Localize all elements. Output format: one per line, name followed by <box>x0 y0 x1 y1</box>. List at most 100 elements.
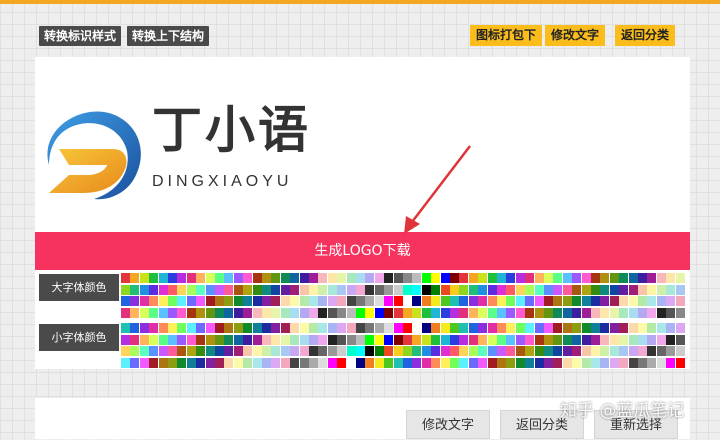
color-swatch[interactable] <box>177 273 187 283</box>
edit-text-button[interactable]: 修改文字 <box>545 25 606 46</box>
color-swatch[interactable] <box>497 323 506 333</box>
color-swatch[interactable] <box>403 346 412 356</box>
color-swatch[interactable] <box>365 357 375 368</box>
color-swatch[interactable] <box>215 334 224 345</box>
color-swatch[interactable] <box>534 334 544 345</box>
color-swatch[interactable] <box>647 323 657 333</box>
color-swatch[interactable] <box>196 334 206 345</box>
color-swatch[interactable] <box>421 346 431 356</box>
color-swatch[interactable] <box>356 307 365 318</box>
color-swatch[interactable] <box>186 346 196 356</box>
color-swatch[interactable] <box>271 273 281 283</box>
color-swatch[interactable] <box>393 284 403 295</box>
color-swatch[interactable] <box>374 323 384 333</box>
color-swatch[interactable] <box>591 284 600 295</box>
color-swatch[interactable] <box>515 334 525 345</box>
color-swatch[interactable] <box>252 284 262 295</box>
color-swatch[interactable] <box>196 273 206 283</box>
color-swatch[interactable] <box>600 273 610 283</box>
color-swatch[interactable] <box>562 296 572 306</box>
color-swatch[interactable] <box>609 307 619 318</box>
color-swatch[interactable] <box>196 323 206 333</box>
color-swatch[interactable] <box>609 334 619 345</box>
color-swatch[interactable] <box>431 334 441 345</box>
color-swatch[interactable] <box>553 273 563 283</box>
color-swatch[interactable] <box>675 346 685 356</box>
color-swatch[interactable] <box>158 346 168 356</box>
color-swatch[interactable] <box>412 307 422 318</box>
color-swatch[interactable] <box>478 346 488 356</box>
color-swatch[interactable] <box>243 323 253 333</box>
color-swatch[interactable] <box>440 296 450 306</box>
color-swatch[interactable] <box>440 357 450 368</box>
color-swatch[interactable] <box>365 346 375 356</box>
color-swatch[interactable] <box>186 334 196 345</box>
color-swatch[interactable] <box>619 334 629 345</box>
color-swatch[interactable] <box>205 307 215 318</box>
color-swatch[interactable] <box>393 307 403 318</box>
color-swatch[interactable] <box>309 307 318 318</box>
color-swatch[interactable] <box>309 334 318 345</box>
color-swatch[interactable] <box>412 284 422 295</box>
color-swatch[interactable] <box>356 323 365 333</box>
color-swatch[interactable] <box>271 323 281 333</box>
color-swatch[interactable] <box>158 334 168 345</box>
color-swatch[interactable] <box>252 323 262 333</box>
color-swatch[interactable] <box>553 334 563 345</box>
color-swatch[interactable] <box>666 307 676 318</box>
color-swatch[interactable] <box>243 296 253 306</box>
color-swatch[interactable] <box>459 323 469 333</box>
color-swatch[interactable] <box>581 284 591 295</box>
color-swatch[interactable] <box>290 307 300 318</box>
bottom-edit-text-button[interactable]: 修改文字 <box>406 410 490 439</box>
color-swatch[interactable] <box>628 284 638 295</box>
color-swatch[interactable] <box>346 273 356 283</box>
color-swatch[interactable] <box>215 284 224 295</box>
color-swatch[interactable] <box>562 334 572 345</box>
color-swatch[interactable] <box>468 284 478 295</box>
color-swatch[interactable] <box>215 307 224 318</box>
color-swatch[interactable] <box>459 346 469 356</box>
color-swatch[interactable] <box>450 296 459 306</box>
color-swatch[interactable] <box>591 307 600 318</box>
color-swatch[interactable] <box>553 284 563 295</box>
color-swatch[interactable] <box>468 307 478 318</box>
color-swatch[interactable] <box>666 357 676 368</box>
color-swatch[interactable] <box>356 334 365 345</box>
color-swatch[interactable] <box>647 307 657 318</box>
color-swatch[interactable] <box>525 323 535 333</box>
color-swatch[interactable] <box>356 284 365 295</box>
color-swatch[interactable] <box>468 357 478 368</box>
color-swatch[interactable] <box>346 323 356 333</box>
color-swatch[interactable] <box>562 273 572 283</box>
color-swatch[interactable] <box>196 357 206 368</box>
color-swatch[interactable] <box>666 284 676 295</box>
color-swatch[interactable] <box>534 284 544 295</box>
color-swatch[interactable] <box>468 296 478 306</box>
color-swatch[interactable] <box>675 323 685 333</box>
color-swatch[interactable] <box>487 284 497 295</box>
color-swatch[interactable] <box>262 346 271 356</box>
color-swatch[interactable] <box>318 346 328 356</box>
color-swatch[interactable] <box>506 334 516 345</box>
color-swatch[interactable] <box>365 334 375 345</box>
color-swatch[interactable] <box>233 284 243 295</box>
color-swatch[interactable] <box>224 273 234 283</box>
color-swatch[interactable] <box>318 334 328 345</box>
color-swatch[interactable] <box>318 296 328 306</box>
color-swatch[interactable] <box>525 346 535 356</box>
color-swatch[interactable] <box>149 346 159 356</box>
color-swatch[interactable] <box>421 296 431 306</box>
color-swatch[interactable] <box>459 334 469 345</box>
color-swatch[interactable] <box>337 323 347 333</box>
color-swatch[interactable] <box>638 346 647 356</box>
color-swatch[interactable] <box>459 307 469 318</box>
color-swatch[interactable] <box>478 357 488 368</box>
color-swatch[interactable] <box>572 346 582 356</box>
color-swatch[interactable] <box>675 334 685 345</box>
color-swatch[interactable] <box>299 323 309 333</box>
color-swatch[interactable] <box>280 284 290 295</box>
color-swatch[interactable] <box>299 346 309 356</box>
color-swatch[interactable] <box>534 323 544 333</box>
color-swatch[interactable] <box>130 273 140 283</box>
